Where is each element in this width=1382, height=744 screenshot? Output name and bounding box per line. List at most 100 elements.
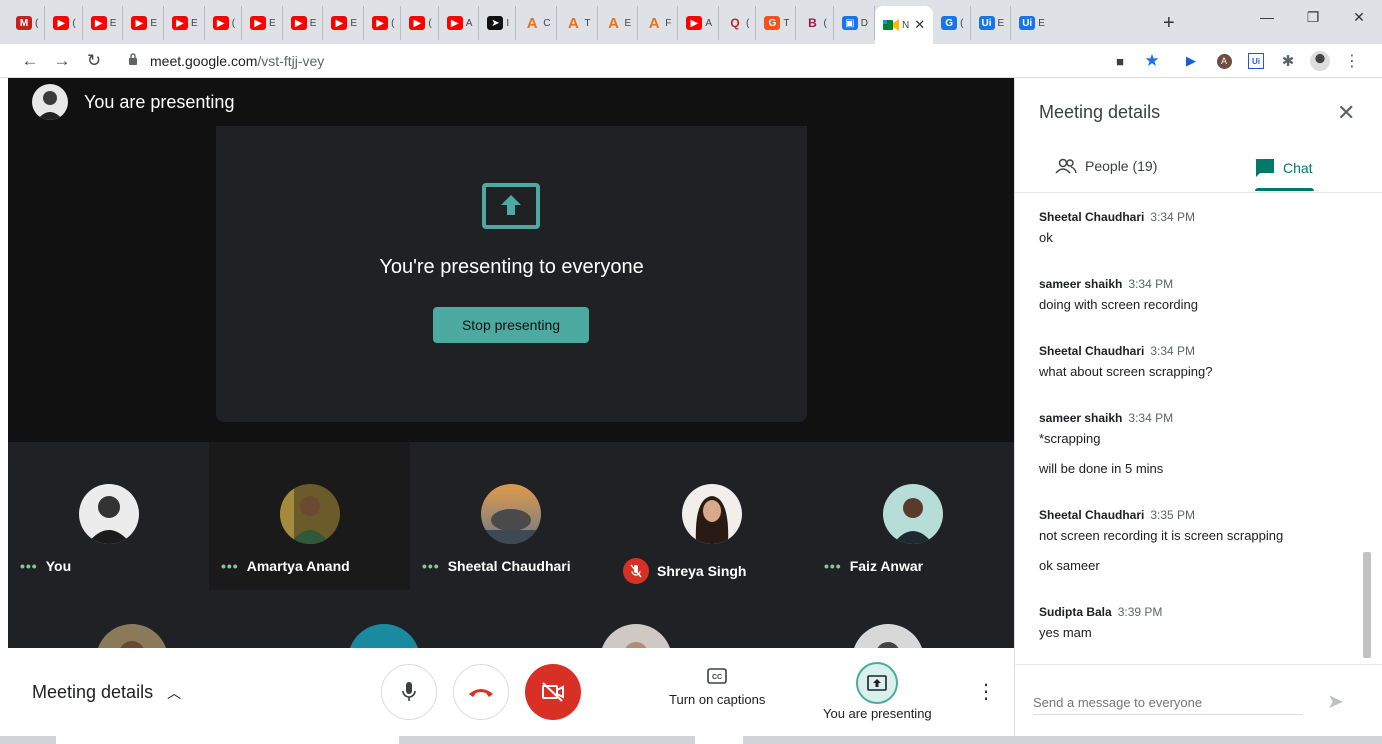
- a-logo-icon: A: [568, 14, 579, 32]
- browser-tab[interactable]: AE: [598, 6, 639, 40]
- youtube-icon: ▶: [372, 16, 389, 30]
- participant-tile[interactable]: ••• Faiz Anwar: [812, 442, 1013, 590]
- participant-label: ••• Amartya Anand: [221, 558, 350, 574]
- tab-people[interactable]: People (19): [1055, 158, 1157, 174]
- youtube-icon: ▶: [686, 16, 703, 30]
- puzzle-extensions-icon[interactable]: ✱: [1278, 51, 1298, 71]
- browser-tab[interactable]: AT: [557, 6, 598, 40]
- tab-title: E: [150, 17, 158, 29]
- play-extension-icon[interactable]: ▶: [1181, 51, 1201, 71]
- reload-icon[interactable]: ↻: [83, 50, 105, 72]
- browser-tab[interactable]: ▶ E: [83, 6, 124, 40]
- participant-grid: ••• You ••• Amartya Anand ••• Sheetal Chaud…: [8, 442, 1014, 648]
- minimize-icon[interactable]: —: [1244, 0, 1290, 34]
- message-time: 3:35 PM: [1150, 508, 1196, 522]
- browser-tab[interactable]: Ui E: [971, 6, 1012, 40]
- a-logo-icon: A: [526, 14, 538, 32]
- tab-title: (: [35, 17, 39, 29]
- profile-avatar[interactable]: [1310, 51, 1330, 71]
- presenting-message: You're presenting to everyone: [379, 256, 644, 278]
- browser-tab[interactable]: ▶ E: [123, 6, 165, 40]
- active-tab-indicator: [1255, 188, 1314, 191]
- message-sender: sameer shaikh: [1039, 277, 1123, 291]
- send-icon[interactable]: ➤: [1327, 689, 1344, 714]
- chat-icon: [1256, 159, 1274, 177]
- browser-tab[interactable]: B(: [796, 6, 834, 40]
- microphone-button[interactable]: [381, 664, 437, 720]
- browser-tab[interactable]: ▶ A: [439, 6, 480, 40]
- browser-tab[interactable]: ▶(: [45, 6, 83, 40]
- browser-menu-icon[interactable]: ⋮: [1342, 51, 1362, 71]
- a-logo-icon: A: [648, 14, 660, 32]
- meeting-details-panel: Meeting details ✕ People (19) Chat Sheet…: [1014, 78, 1382, 736]
- tab-title: (: [391, 17, 395, 29]
- meeting-details-toggle[interactable]: Meeting details ︿: [32, 682, 181, 703]
- browser-tab[interactable]: ▶ E: [283, 6, 324, 40]
- captions-button[interactable]: CC Turn on captions: [669, 668, 765, 707]
- participant-name: Shreya Singh: [657, 563, 747, 579]
- lock-icon[interactable]: [128, 53, 138, 65]
- b-logo-icon: B: [808, 16, 817, 30]
- restore-icon[interactable]: ❐: [1290, 0, 1336, 34]
- chat-message-input[interactable]: [1033, 691, 1303, 715]
- more-options-icon[interactable]: ⋮: [976, 682, 996, 702]
- tab-title: A: [465, 17, 473, 29]
- browser-tab[interactable]: Ui E: [1011, 6, 1051, 40]
- present-now-button[interactable]: You are presenting: [823, 662, 932, 721]
- chevron-up-icon: ︿: [167, 684, 182, 701]
- browser-tab[interactable]: ▶(: [205, 6, 243, 40]
- taskbar-window: [695, 736, 743, 744]
- message-text: what about screen scrapping?: [1039, 364, 1213, 379]
- tab-title: I: [506, 17, 510, 29]
- browser-tab[interactable]: G(: [933, 6, 971, 40]
- close-tab-icon[interactable]: ✕: [914, 17, 925, 33]
- participant-tile[interactable]: ••• Amartya Anand: [209, 442, 410, 590]
- participant-label: Shreya Singh: [623, 558, 746, 584]
- browser-tab[interactable]: M(: [8, 6, 46, 40]
- browser-tab[interactable]: ▣ D: [834, 6, 876, 40]
- url-field[interactable]: meet.google.com/vst-ftjj-vey: [150, 53, 324, 69]
- hang-up-icon: [469, 689, 493, 697]
- browser-tab[interactable]: AF: [638, 6, 679, 40]
- tab-chat[interactable]: Chat: [1255, 158, 1313, 178]
- gmail-icon: M: [16, 16, 32, 30]
- participant-tile[interactable]: ••• You: [8, 442, 209, 590]
- bookmark-star-icon[interactable]: ★: [1142, 51, 1162, 71]
- message-sender: Sheetal Chaudhari: [1039, 344, 1145, 358]
- browser-tab[interactable]: ➤ I: [479, 6, 517, 40]
- uipath-extension-icon[interactable]: Ui: [1246, 51, 1266, 71]
- tab-chat-label: Chat: [1283, 160, 1313, 176]
- participant-tile[interactable]: Shreya Singh: [611, 442, 812, 590]
- browser-tab[interactable]: ▶ A: [678, 6, 719, 40]
- back-icon[interactable]: ←: [19, 50, 41, 72]
- browser-tab[interactable]: ▶(: [364, 6, 402, 40]
- forward-icon[interactable]: →: [51, 50, 73, 72]
- participant-tile[interactable]: ••• Sheetal Chaudhari: [410, 442, 611, 590]
- browser-tab[interactable]: ▶(: [401, 6, 439, 40]
- leave-call-button[interactable]: [453, 664, 509, 720]
- browser-tab[interactable]: AC: [516, 6, 558, 40]
- browser-tab[interactable]: ▶ E: [323, 6, 365, 40]
- message-time: 3:34 PM: [1128, 277, 1174, 291]
- presenting-title: You are presenting: [84, 91, 235, 112]
- tab-title: E: [997, 17, 1005, 29]
- browser-tab[interactable]: ▶ E: [164, 6, 205, 40]
- mic-off-icon: [623, 558, 649, 584]
- present-screen-icon: [482, 183, 540, 229]
- close-window-icon[interactable]: ✕: [1336, 0, 1382, 34]
- browser-tab[interactable]: ▶ E: [242, 6, 283, 40]
- youtube-icon: ▶: [409, 16, 426, 30]
- camera-toggle-button[interactable]: [525, 664, 581, 720]
- stop-presenting-button[interactable]: Stop presenting: [433, 307, 589, 343]
- youtube-icon: ▶: [172, 16, 189, 30]
- youtube-icon: ▶: [131, 16, 148, 30]
- browser-tab[interactable]: GT: [756, 6, 797, 40]
- tab-active[interactable]: N ✕: [875, 6, 934, 44]
- close-icon[interactable]: ✕: [1337, 100, 1355, 126]
- camera-icon[interactable]: ■: [1110, 51, 1130, 71]
- youtube-icon: ▶: [331, 16, 348, 30]
- new-tab-button[interactable]: +: [1163, 13, 1175, 33]
- browser-tab[interactable]: Q(: [719, 6, 757, 40]
- a-extension-icon[interactable]: A: [1214, 51, 1234, 71]
- chat-scrollbar[interactable]: [1363, 552, 1371, 658]
